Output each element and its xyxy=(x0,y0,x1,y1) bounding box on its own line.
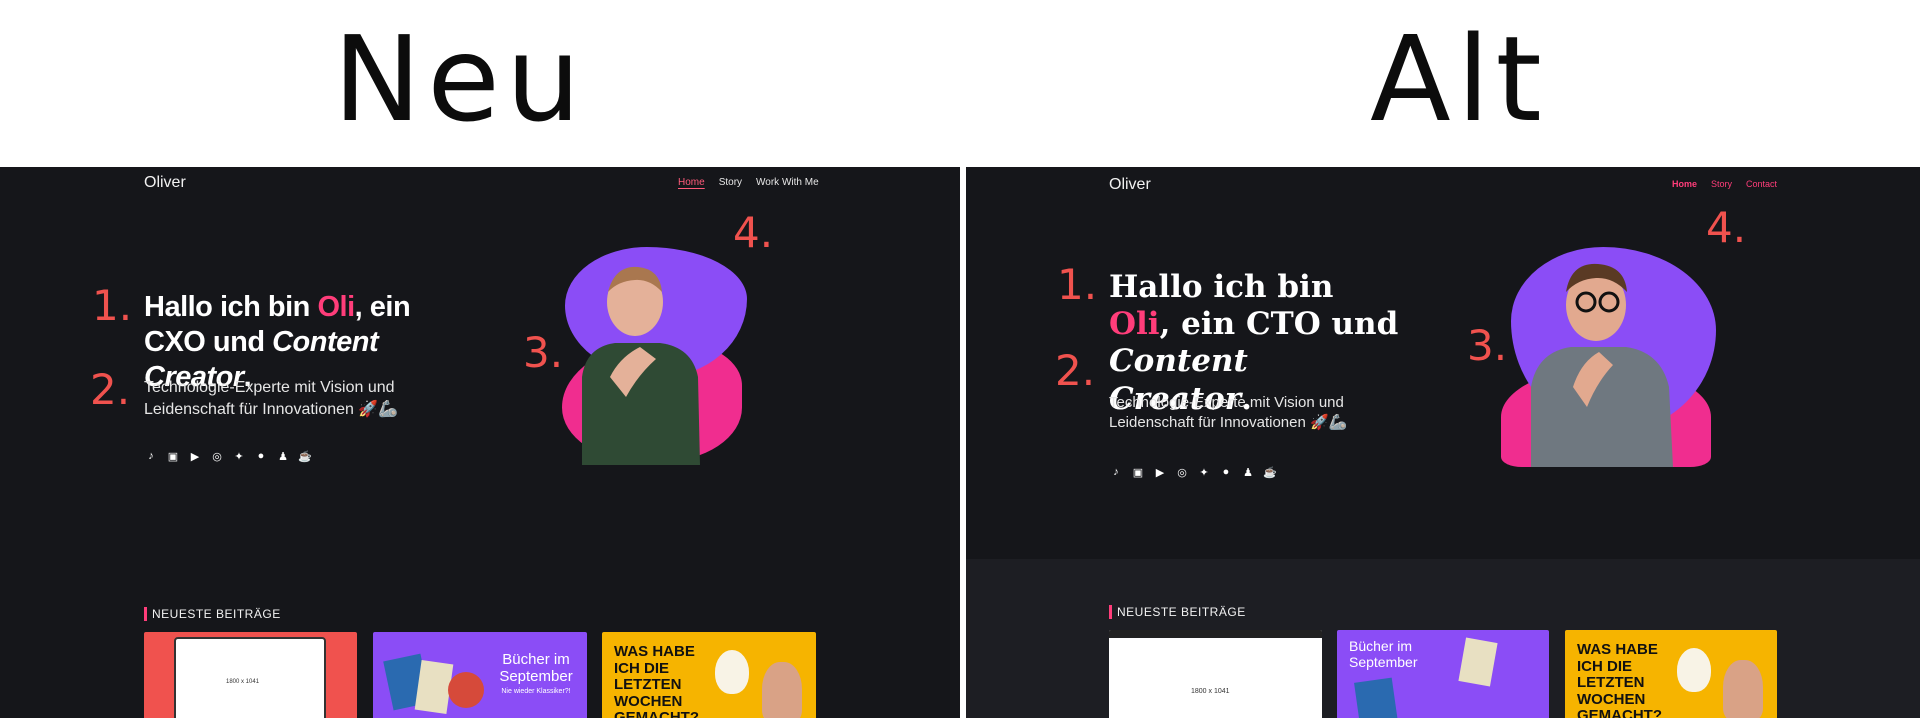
placeholder-size: 1800 x 1041 xyxy=(226,679,260,685)
headline-accent: Oli xyxy=(317,291,355,323)
post-card-3[interactable]: WAS HABE ICH DIE LETZTEN WOCHEN GEMACHT? xyxy=(1565,630,1777,718)
card-2-title: Bücher im September xyxy=(499,651,573,685)
marker-4: 4. xyxy=(1706,203,1747,252)
section-title: NEUESTE BEITRÄGE xyxy=(1109,605,1246,619)
post-card-1[interactable]: 1800 x 1041 xyxy=(144,632,357,718)
github-icon[interactable]: ● xyxy=(1219,465,1233,479)
social-links: ♪ ▣ ▶ ◎ ✦ ● ♟ ☕ xyxy=(1109,465,1277,479)
person-illustration xyxy=(1531,263,1673,467)
nav-story[interactable]: Story xyxy=(1711,179,1732,189)
card-3-title: WAS HABE ICH DIE LETZTEN WOCHEN GEMACHT? xyxy=(1577,641,1662,718)
label-new: Neu xyxy=(333,10,587,148)
placeholder-size: 1800 x 1041 xyxy=(1191,688,1230,695)
new-site-panel: Oliver Home Story Work With Me 1. 2. 3. … xyxy=(0,167,960,718)
coffee-icon[interactable]: ☕ xyxy=(1263,465,1277,479)
post-card-2[interactable]: Bücher im September xyxy=(1337,630,1549,718)
youtube-icon[interactable]: ▶ xyxy=(188,449,202,463)
nav-home[interactable]: Home xyxy=(678,177,705,188)
hero-photo xyxy=(560,247,750,467)
site-logo[interactable]: Oliver xyxy=(1109,176,1151,194)
snapchat-icon[interactable]: ♟ xyxy=(276,449,290,463)
headline-accent: Oli xyxy=(1109,306,1160,343)
person-thumbnail xyxy=(1723,660,1763,718)
person-thumbnail xyxy=(762,662,802,718)
tiktok-icon[interactable]: ♪ xyxy=(144,449,158,463)
marker-1: 1. xyxy=(1057,260,1098,309)
twitter-icon[interactable]: ✦ xyxy=(232,449,246,463)
book-cover-2 xyxy=(1458,637,1498,687)
screenshot-placeholder: 1800 x 1041 xyxy=(174,637,326,718)
marker-2: 2. xyxy=(90,365,131,414)
tiktok-icon[interactable]: ♪ xyxy=(1109,465,1123,479)
nav-story[interactable]: Story xyxy=(719,177,742,188)
social-links: ♪ ▣ ▶ ◎ ✦ ● ♟ ☕ xyxy=(144,449,312,463)
site-logo[interactable]: Oliver xyxy=(144,174,186,192)
marker-3: 3. xyxy=(523,328,564,377)
snapchat-icon[interactable]: ♟ xyxy=(1241,465,1255,479)
nav-contact[interactable]: Contact xyxy=(1746,179,1777,189)
lightbulb-icon xyxy=(715,650,749,694)
card-2-title: Bücher im September xyxy=(1349,638,1418,671)
marker-2: 2. xyxy=(1055,346,1096,395)
nav-home[interactable]: Home xyxy=(1672,179,1697,189)
nav-menu: Home Story Contact xyxy=(1672,179,1777,189)
youtube-icon[interactable]: ▶ xyxy=(1153,465,1167,479)
lightbulb-icon xyxy=(1677,648,1711,692)
instagram-icon[interactable]: ◎ xyxy=(1175,465,1189,479)
card-3-title: WAS HABE ICH DIE LETZTEN WOCHEN GEMACHT? xyxy=(614,643,699,718)
linkedin-icon[interactable]: ▣ xyxy=(166,449,180,463)
nav-menu: Home Story Work With Me xyxy=(678,177,819,188)
post-card-1[interactable]: 1800 x 1041 xyxy=(1109,630,1322,718)
marker-1: 1. xyxy=(92,281,133,330)
github-icon[interactable]: ● xyxy=(254,449,268,463)
section-title: NEUESTE BEITRÄGE xyxy=(144,607,281,621)
hero-subtitle: Technologie-Experte mit Vision und Leide… xyxy=(1109,394,1348,432)
browser-bar xyxy=(1109,630,1322,638)
card-2-subtitle: Nie wieder Klassiker?! xyxy=(501,688,571,695)
person-illustration xyxy=(582,266,700,465)
instagram-icon[interactable]: ◎ xyxy=(210,449,224,463)
coffee-icon[interactable]: ☕ xyxy=(298,449,312,463)
linkedin-icon[interactable]: ▣ xyxy=(1131,465,1145,479)
label-old: Alt xyxy=(1370,10,1548,148)
post-card-2[interactable]: Bücher im September Nie wieder Klassiker… xyxy=(373,632,587,718)
book-cover-1 xyxy=(1354,677,1398,718)
old-site-panel: Oliver Home Story Contact 1. 2. 3. 4. Ha… xyxy=(966,167,1920,718)
hero-photo xyxy=(1501,247,1721,467)
book-cover-3 xyxy=(448,672,484,708)
hero-subtitle: Technologie-Experte mit Vision und Leide… xyxy=(144,379,399,418)
post-card-3[interactable]: WAS HABE ICH DIE LETZTEN WOCHEN GEMACHT? xyxy=(602,632,816,718)
twitter-icon[interactable]: ✦ xyxy=(1197,465,1211,479)
nav-work[interactable]: Work With Me xyxy=(756,177,819,188)
